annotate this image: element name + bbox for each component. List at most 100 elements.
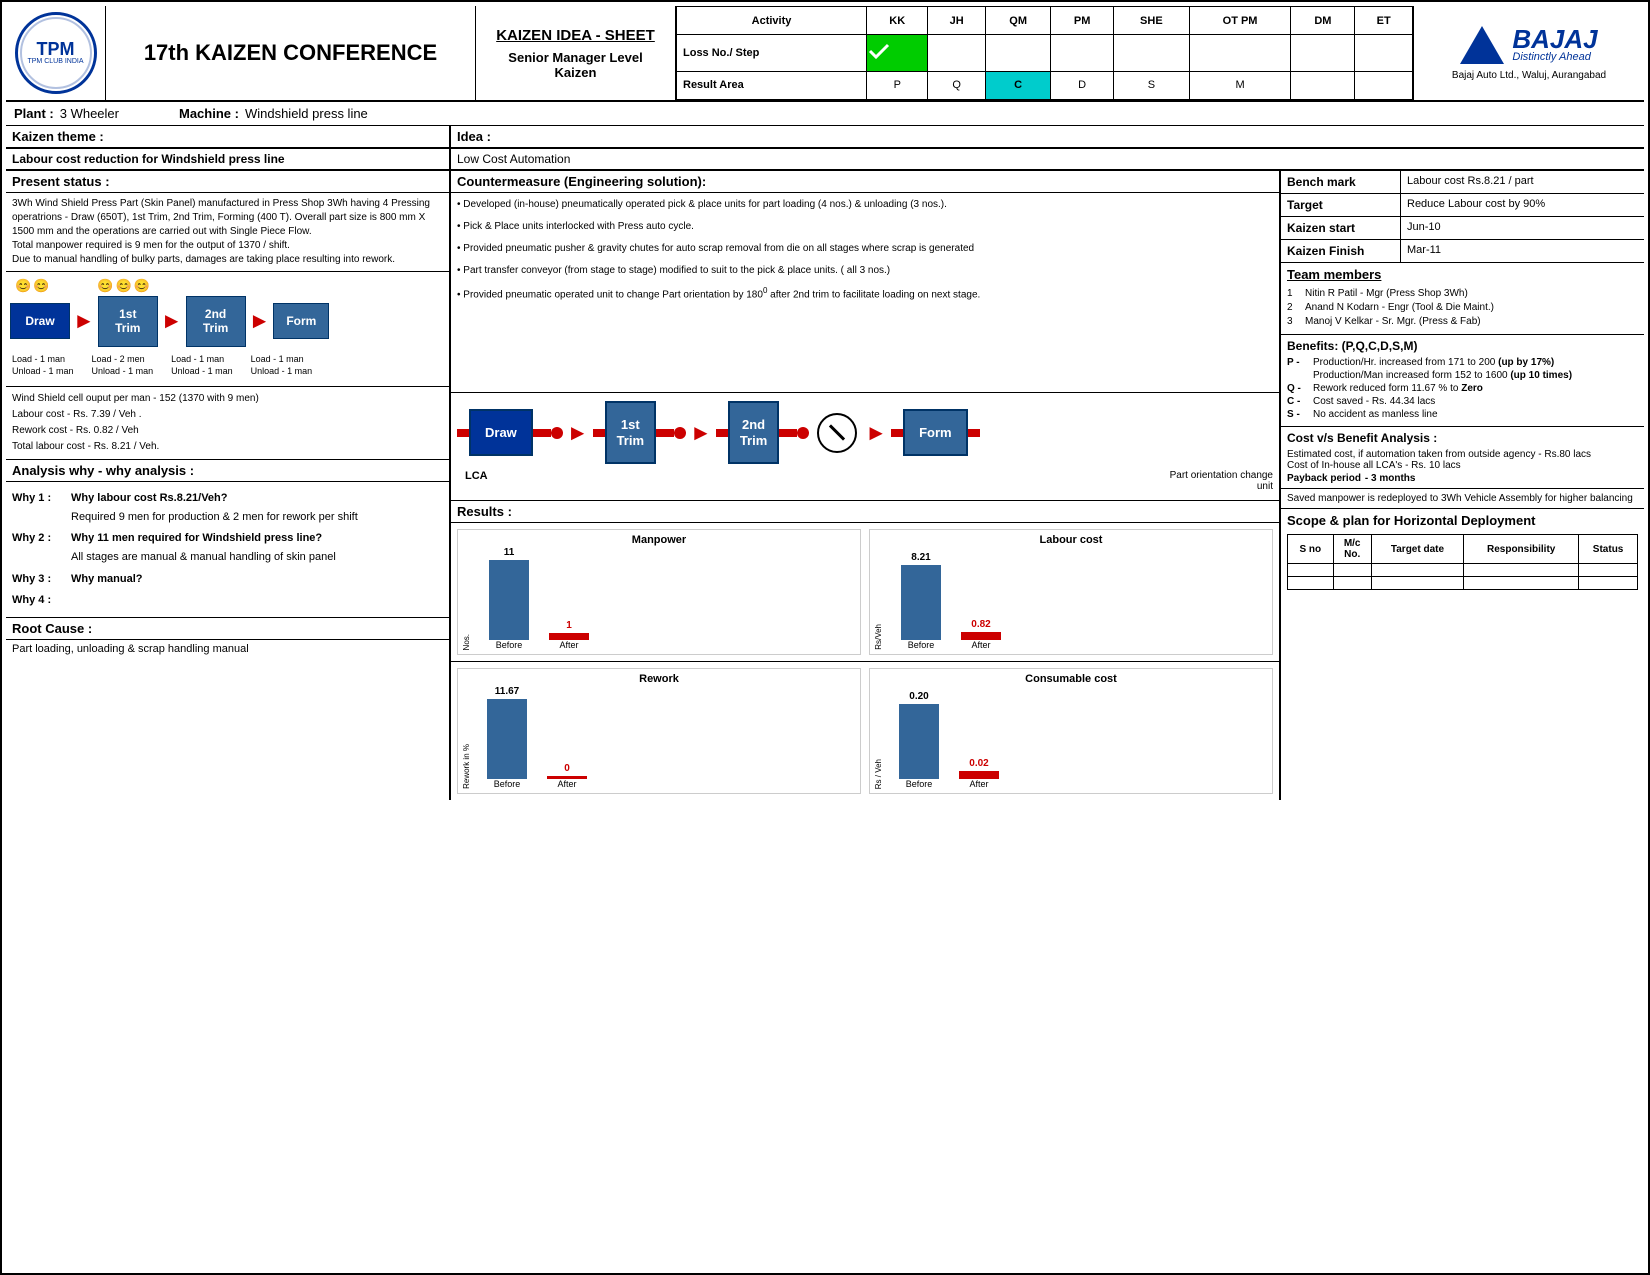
target-value: Reduce Labour cost by 90% <box>1401 194 1551 216</box>
loss-otpm <box>1189 35 1291 72</box>
saved-text: Saved manpower is redeployed to 3Wh Vehi… <box>1287 493 1633 504</box>
after-1trim: 1stTrim <box>605 401 656 464</box>
payback-row: Payback period - 3 months <box>1287 473 1638 484</box>
scope-th-resp: Responsibility <box>1464 535 1579 564</box>
result-q: Q <box>928 71 986 99</box>
start-value: Jun-10 <box>1401 217 1447 239</box>
load-labels-row: Load - 1 manUnload - 1 man Load - 2 menU… <box>10 351 445 380</box>
orientation-label: Part orientation change unit <box>1153 470 1273 492</box>
benefit-q-text: Rework reduced form 11.67 % to Zero <box>1313 383 1483 394</box>
scope-row1-target <box>1371 564 1463 577</box>
process-boxes-row: Draw ► 1stTrim ► 2ndTrim ► Form <box>10 296 445 347</box>
kaizen-level: Senior Manager Level <box>508 50 642 65</box>
benefit-p2-text: Production/Man increased form 152 to 160… <box>1313 370 1572 381</box>
consumable-bar-area: 0.20 Before 0.02 After <box>889 689 1268 789</box>
benefits-title: Benefits: (P,Q,C,D,S,M) <box>1287 339 1638 353</box>
consumable-title: Consumable cost <box>874 673 1268 685</box>
arrow-1: ► <box>73 308 95 334</box>
proc-2trim: 2ndTrim <box>186 296 246 347</box>
manpower-after-bar <box>549 633 589 640</box>
bajaj-slogan: Distinctly Ahead <box>1512 52 1597 63</box>
cm-item-4: • Part transfer conveyor (from stage to … <box>457 263 1273 279</box>
payback-label: Payback period <box>1287 473 1361 484</box>
rework-after-label: After <box>557 779 576 789</box>
scope-row2-status <box>1579 577 1638 590</box>
bajaj-text-wrap: BAJAJ Distinctly Ahead <box>1512 26 1597 63</box>
labour-cost-chart: Labour cost Rs/Veh 8.21 Before <box>869 529 1273 655</box>
arrow-2: ► <box>161 308 183 334</box>
after-labels-row: LCA Part orientation change unit <box>457 470 1273 492</box>
conn-dot <box>551 427 563 439</box>
root-cause-content-cell: Part loading, unloading & scrap handling… <box>6 640 449 658</box>
consumable-content: Rs / Veh 0.20 Before 0.02 <box>874 689 1268 789</box>
idea-value-cell: Low Cost Automation <box>451 149 1644 169</box>
after-arrow-2: ► <box>690 420 712 446</box>
kaizen-theme-label: Kaizen theme : <box>12 129 104 144</box>
present-title: Present status : <box>12 174 110 189</box>
start-row: Kaizen start Jun-10 <box>1281 217 1644 240</box>
result-p: P <box>867 71 928 99</box>
bajaj-name: BAJAJ <box>1512 26 1597 52</box>
face-1: 😊 <box>15 278 31 294</box>
manpower-before-bar <box>489 560 529 640</box>
scope-th-target: Target date <box>1371 535 1463 564</box>
loss-she <box>1114 35 1190 72</box>
scope-title: Scope & plan for Horizontal Deployment <box>1287 513 1638 528</box>
member-2-name: Anand N Kodarn - Engr (Tool & Die Maint.… <box>1305 302 1494 313</box>
loss-label: Loss No./ Step <box>677 35 867 72</box>
benefit-q-label: Q - <box>1287 383 1309 394</box>
cm-content: • Developed (in-house) pneumatically ope… <box>451 193 1279 393</box>
consumable-chart: Consumable cost Rs / Veh 0.20 Before <box>869 668 1273 794</box>
after-2trim: 2ndTrim <box>728 401 779 464</box>
why2-text: All stages are manual & manual handling … <box>71 548 336 567</box>
manpower-chart: Manpower Nos. 11 Before <box>457 529 861 655</box>
cm-item-5: • Provided pneumatic operated unit to ch… <box>457 285 1273 303</box>
after-2trim-wrap: 2ndTrim <box>716 401 809 464</box>
faces-1trim: 😊 😊 😊 <box>97 278 150 294</box>
consumable-before-val: 0.20 <box>909 691 928 702</box>
target-label: Target <box>1281 194 1401 216</box>
after-form-row: Form <box>891 409 980 456</box>
cost-analysis-title: Cost v/s Benefit Analysis : <box>1287 431 1638 445</box>
after-arrow-3: ► <box>865 420 887 446</box>
result-d: D <box>1051 71 1114 99</box>
col-jh: JH <box>928 7 986 35</box>
charts-row-2: Rework Rework in % 11.67 Before <box>451 662 1279 800</box>
benefit-s-text: No accident as manless line <box>1313 409 1438 420</box>
right-column: Bench mark Labour cost Rs.8.21 / part Ta… <box>1281 171 1644 800</box>
finish-label: Kaizen Finish <box>1281 240 1401 262</box>
labour-before-bar <box>901 565 941 640</box>
result-et2 <box>1355 71 1413 99</box>
analysis-section: Analysis why - why analysis : Why 1 : Wh… <box>6 460 449 618</box>
conn-r4 <box>968 429 980 437</box>
conn-right-bar <box>533 429 551 437</box>
after-draw-wrap: Draw <box>457 409 563 456</box>
stat-output: Wind Shield cell ouput per man - 152 (13… <box>12 391 443 407</box>
member-1: 1 Nitin R Patil - Mgr (Press Shop 3Wh) <box>1287 288 1638 299</box>
member-2: 2 Anand N Kodarn - Engr (Tool & Die Main… <box>1287 302 1638 313</box>
after-process-row: Draw ► 1stTrim <box>457 401 1273 464</box>
after-arrow-1: ► <box>567 420 589 446</box>
consumable-after-val: 0.02 <box>969 758 988 769</box>
scope-th-status: Status <box>1579 535 1638 564</box>
kaizen-theme-value-cell: Labour cost reduction for Windshield pre… <box>6 149 451 169</box>
col-she: SHE <box>1114 7 1190 35</box>
team-title: Team members <box>1287 267 1638 282</box>
charts-row-1: Manpower Nos. 11 Before <box>451 523 1279 662</box>
bajaj-logo-cell: BAJAJ Distinctly Ahead Bajaj Auto Ltd., … <box>1414 6 1644 100</box>
load-1trim: Load - 2 menUnload - 1 man <box>90 351 156 380</box>
after-flow-section: Draw ► 1stTrim <box>451 393 1279 501</box>
labour-bar-area: 8.21 Before 0.82 After <box>891 550 1268 650</box>
labour-before-val: 8.21 <box>911 552 930 563</box>
stats-section: Wind Shield cell ouput per man - 152 (13… <box>6 387 449 460</box>
result-label: Result Area <box>677 71 867 99</box>
labour-after-bar <box>961 632 1001 640</box>
idea-value: Low Cost Automation <box>457 152 570 166</box>
bench-label: Bench mark <box>1281 171 1401 193</box>
manpower-before-wrap: 11 Before <box>489 547 529 650</box>
rework-before-val: 11.67 <box>495 686 519 697</box>
cm-item-3: • Provided pneumatic pusher & gravity ch… <box>457 241 1273 257</box>
conn-bar3 <box>779 429 797 437</box>
result-dm2 <box>1291 71 1355 99</box>
conference-title-cell: 17th KAIZEN CONFERENCE <box>106 6 476 100</box>
